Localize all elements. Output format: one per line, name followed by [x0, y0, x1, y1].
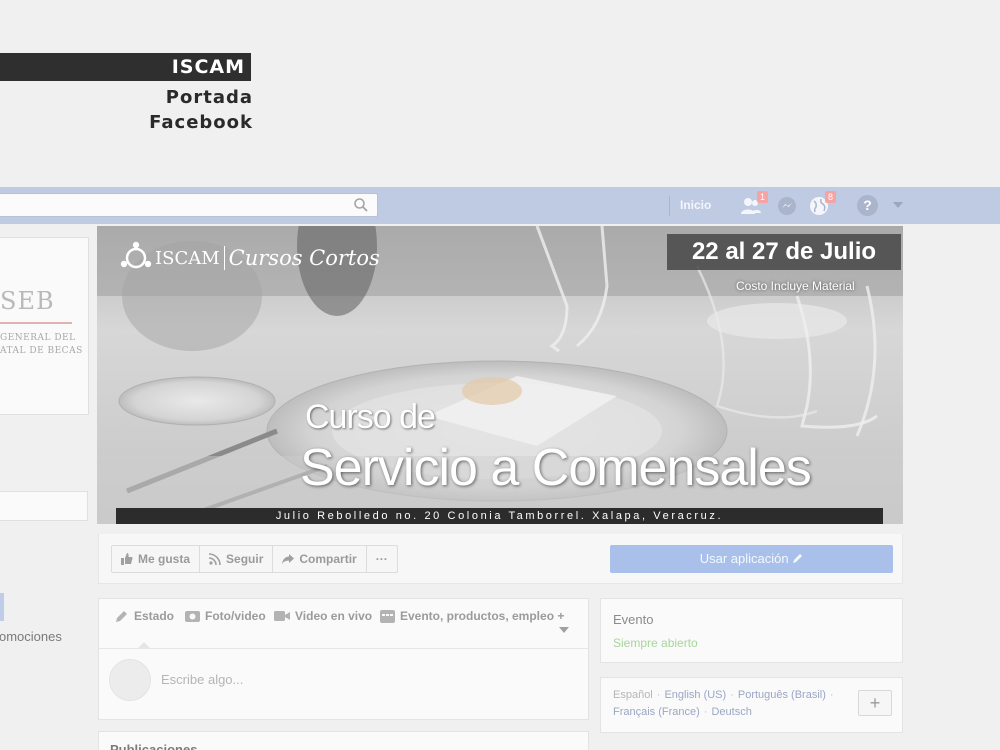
left-nav-promotions-link[interactable]: omociones: [0, 629, 62, 644]
follow-button[interactable]: Seguir: [200, 546, 274, 572]
friend-requests-badge: 1: [757, 191, 768, 203]
tab-photo-video[interactable]: Foto/video: [185, 609, 266, 623]
event-card: Evento Siempre abierto: [600, 598, 903, 663]
page-action-buttons: Me gusta Seguir Compartir ···: [111, 545, 398, 573]
profile-logo-text: SEB: [0, 287, 55, 315]
language-card: Español · English (US) · Português (Brasil) ·…: [600, 677, 903, 733]
tab-status-label: Estado: [134, 609, 175, 623]
pencil-icon: [116, 611, 127, 622]
profile-logo-subtext-1: GENERAL DEL: [0, 333, 76, 343]
tab-status[interactable]: Estado: [115, 609, 174, 623]
course-heading-large: Servicio a Comensales: [300, 439, 812, 497]
notifications-badge: 8: [825, 191, 836, 203]
subtitle-line-2: Facebook: [149, 112, 253, 133]
language-line-1: Español · English (US) · Português (Brasil) ·: [613, 689, 834, 701]
left-nav-active-indicator: [0, 593, 4, 621]
cover-logo-script: Cursos Cortos: [228, 246, 380, 270]
post-composer: Estado Foto/video Video en vivo Evento, …: [98, 598, 589, 720]
posts-section: Publicaciones: [98, 731, 589, 750]
like-button-label: Me gusta: [138, 552, 191, 566]
video-camera-icon: [274, 611, 290, 621]
left-nav-box[interactable]: [0, 491, 88, 521]
nav-divider: [669, 196, 670, 216]
share-button-label: Compartir: [299, 552, 357, 566]
cover-logo-separator: [223, 246, 225, 270]
use-app-button-label: Usar aplicación: [699, 551, 789, 566]
cover-iscam-logo: ISCAM Cursos Cortos: [119, 241, 380, 275]
search-input[interactable]: [0, 193, 378, 217]
posts-heading: Publicaciones: [110, 742, 198, 750]
follow-button-label: Seguir: [226, 552, 264, 566]
add-language-button[interactable]: +: [858, 690, 892, 716]
search-icon[interactable]: [353, 197, 369, 213]
camera-icon: [185, 611, 200, 622]
tab-event-products-jobs-label: Evento, productos, empleo +: [400, 609, 565, 623]
subtitle-line-1: Portada: [165, 87, 253, 108]
nav-home-link[interactable]: Inicio: [680, 198, 711, 212]
language-link-portuguese[interactable]: Português (Brasil): [738, 689, 826, 701]
help-icon[interactable]: ?: [857, 195, 878, 216]
rss-follow-icon: [209, 553, 221, 565]
course-address: Julio Rebolledo no. 20 Colonia Tamborrel…: [116, 508, 883, 524]
cover-photo[interactable]: ISCAM Cursos Cortos 22 al 27 de Julio Co…: [97, 226, 903, 524]
cover-logo-brand: ISCAM: [155, 247, 220, 269]
language-link-english[interactable]: English (US): [664, 689, 726, 701]
active-tab-pointer: [137, 642, 151, 649]
notifications-globe-icon[interactable]: 8: [808, 191, 836, 217]
friend-requests-icon[interactable]: 1: [740, 191, 768, 217]
language-link-german[interactable]: Deutsch: [711, 706, 751, 718]
share-button[interactable]: Compartir: [273, 546, 367, 572]
tab-photo-video-label: Foto/video: [205, 609, 266, 623]
messages-icon[interactable]: [776, 195, 798, 217]
pencil-icon: [793, 554, 803, 563]
course-date: 22 al 27 de Julio: [667, 234, 901, 270]
use-app-button[interactable]: Usar aplicación: [610, 545, 893, 573]
language-current: Español: [613, 689, 653, 701]
composer-more-caret-icon[interactable]: [559, 627, 569, 633]
thumbs-up-icon: [121, 553, 133, 565]
share-arrow-icon: [282, 554, 295, 564]
tab-live-video-label: Video en vivo: [295, 609, 373, 623]
account-menu-caret-icon[interactable]: [893, 202, 903, 208]
tab-live-video[interactable]: Video en vivo: [274, 609, 372, 623]
course-heading-small: Curso de: [305, 398, 436, 436]
course-cost-note: Costo Incluye Material: [736, 279, 855, 293]
avatar: [109, 659, 151, 701]
brand-title: ISCAM: [171, 56, 245, 78]
people-circle-logo-icon: [120, 241, 152, 269]
tab-event-products-jobs[interactable]: Evento, productos, empleo +: [380, 609, 564, 623]
brand-bar: ISCAM: [0, 53, 251, 81]
facebook-top-bar: Inicio 1 8 ?: [0, 187, 1000, 224]
profile-picture-card[interactable]: SEB GENERAL DEL ATAL DE BECAS: [0, 237, 89, 415]
like-button[interactable]: Me gusta: [112, 546, 201, 572]
profile-logo-divider: [0, 322, 72, 324]
composer-tabs: Estado Foto/video Video en vivo Evento, …: [99, 599, 588, 649]
event-title: Evento: [613, 612, 654, 627]
more-options-button[interactable]: ···: [367, 546, 397, 572]
language-line-2: Français (France) · Deutsch: [613, 706, 752, 718]
calendar-icon: [380, 610, 395, 623]
language-link-french[interactable]: Français (France): [613, 706, 700, 718]
profile-logo-subtext-2: ATAL DE BECAS: [0, 346, 83, 356]
event-status: Siempre abierto: [613, 636, 698, 650]
composer-input[interactable]: Escribe algo...: [161, 672, 243, 687]
page-action-bar: Me gusta Seguir Compartir ··· Usar aplic…: [98, 534, 903, 584]
